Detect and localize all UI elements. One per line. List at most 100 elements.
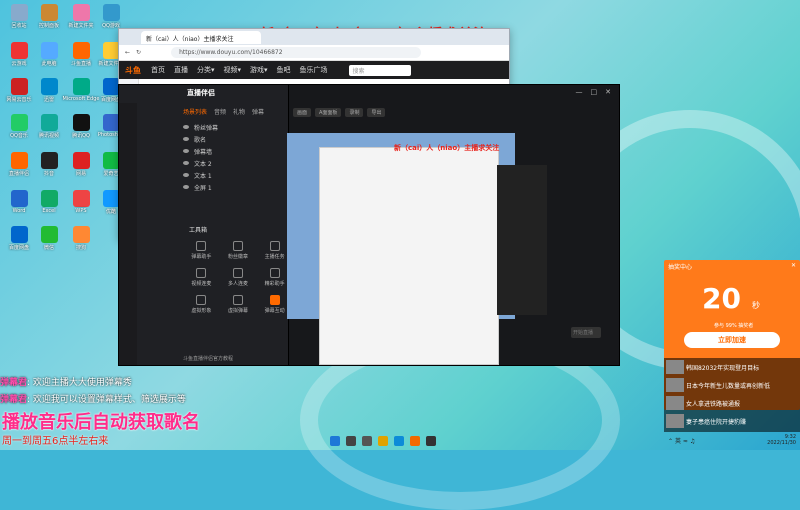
desktop-icon[interactable]: Microsoft Edge [63,78,99,102]
file-explorer-icon[interactable] [378,436,388,446]
tool-label: 粉丝徽章 [227,254,248,260]
volume-icon[interactable]: ♫ [690,438,695,445]
layer-item[interactable]: 粉丝弹幕 [183,121,293,133]
start-icon[interactable] [330,436,340,446]
back-icon[interactable]: ← [125,49,130,56]
layer-item[interactable]: 歌名 [183,133,293,145]
wifi-icon[interactable]: ≈ [683,438,688,445]
desktop-icon[interactable]: 抖音 [34,152,64,177]
nav-item[interactable]: 视频▾ [224,65,242,75]
maximize-icon[interactable]: □ [591,88,598,96]
layer-item[interactable]: 文本 2 [183,157,293,169]
nav-item[interactable]: 鱼乐广场 [300,65,328,75]
tab-danmu[interactable]: 弹幕 [252,107,264,116]
toolbar-item[interactable]: 画面 [293,107,312,117]
clock[interactable]: 9:32 2022/11/30 [767,434,796,446]
desktop-icon[interactable]: 迅雷 [34,78,64,103]
desktop-icon[interactable]: 腾讯视频 [34,114,64,139]
tray-icons: ⌃ 英 ≈ ♫ [668,436,695,445]
news-item[interactable]: 韩国82032年实现登月目标 [664,358,800,376]
layer-item[interactable]: 弹幕墙 [183,145,293,157]
minimize-icon[interactable]: — [576,88,583,96]
nav-item[interactable]: 游戏▾ [250,65,268,75]
tool-avatar[interactable]: 虚拟形象 [183,295,220,314]
desktop-icon[interactable]: 腾讯QQ [66,114,96,139]
helper-footer-link[interactable]: 斗鱼直播伴侣官方教程 [183,355,233,362]
douyu-logo[interactable]: 斗鱼 [125,65,141,76]
toolbar-item[interactable]: 录制 [345,107,364,117]
search-input[interactable]: 搜索 [348,64,411,76]
news-item[interactable]: 日本今年新生儿数量或再创新低 [664,376,800,394]
refresh-icon[interactable]: ↻ [136,49,141,56]
eye-icon[interactable] [183,161,189,165]
desktop-icon[interactable]: QQ游戏 [96,4,126,29]
nav-item[interactable]: 首页 [151,65,165,75]
nav-item[interactable]: 直播 [174,65,188,75]
desktop-icon[interactable]: 微信 [34,226,64,251]
tool-danmu-helper[interactable]: 弹幕助手 [183,241,220,260]
nav-item[interactable]: 分类▾ [197,65,215,75]
desktop-icon[interactable]: 直播伴侣 [4,152,34,177]
tool-multi-link[interactable]: 多人连麦 [220,268,257,287]
tab-audio[interactable]: 音频 [214,107,226,116]
tool-fan-badge[interactable]: 粉丝徽章 [220,241,257,260]
nav-item[interactable]: 鱼吧 [277,65,291,75]
desktop-icon[interactable]: 网易云音乐 [4,78,34,103]
desktop-icon[interactable]: 新建文件夹 [66,4,96,29]
edge-icon[interactable] [394,436,404,446]
news-item[interactable]: 妻子患癌住院开捷豹赚 [664,412,800,430]
tool-video-link[interactable]: 视频连麦 [183,268,220,287]
eye-icon[interactable] [183,125,189,129]
desktop-icon[interactable]: QQ音乐 [4,114,34,139]
desktop-icon[interactable]: WPS [66,190,96,214]
news-item[interactable]: 女人拿进铁路被通报 [664,394,800,412]
douyu-icon[interactable] [410,436,420,446]
tab-gifts[interactable]: 礼物 [233,107,245,116]
tool-icon [269,241,280,251]
desktop-icon[interactable]: 网易 [66,152,96,177]
address-input[interactable]: https://www.douyu.com/10466872 [171,47,422,58]
live-helper-window[interactable]: 直播伴侣 场景列表 音频 礼物 弹幕 粉丝弹幕 歌名 弹幕墙 文本 2 文本 1… [118,84,296,366]
live-helper-icon[interactable] [426,436,436,446]
stream-preview-window[interactable]: — □ ✕ 画面 A面面板 录制 导出 新（cai）人（niao）主播求关注 开… [287,84,620,366]
eye-icon[interactable] [183,173,189,177]
desktop-icon-label: WPS [75,208,87,214]
toolbar-item[interactable]: A面面板 [315,107,342,117]
task-view-icon[interactable] [362,436,372,446]
tab-scenes[interactable]: 场景列表 [183,107,207,116]
desktop-icon[interactable]: Word [4,190,34,214]
eye-icon[interactable] [183,185,189,189]
desktop-icon[interactable]: Excel [34,190,64,214]
desktop-icon[interactable]: 斗鱼直播 [66,42,96,67]
app-icon [72,226,90,243]
layer-item[interactable]: 全屏 1 [183,181,293,193]
desktop-icon-label: 腾讯视频 [38,133,59,139]
desktop-icon[interactable]: 控制面板 [34,4,64,29]
chevron-up-icon[interactable]: ⌃ [668,438,673,445]
nested-banner: 新（cai）人（niao）主播求关注 [394,144,500,152]
danmu-text: 欢迎我可以设置弹幕样式、筛选展示等 [32,395,186,405]
speed-up-button[interactable]: 立即加速 [684,332,780,348]
tool-virtual-danmu[interactable]: 虚拟弹幕 [220,295,257,314]
desktop-icon-label: 微信 [43,245,54,251]
helper-logo: 直播伴侣 [187,89,215,97]
layer-item[interactable]: 文本 1 [183,169,293,181]
desktop-icon[interactable]: 百度网盘 [4,226,34,251]
desktop-icon-label: 迅雷 [43,97,54,103]
eye-icon[interactable] [183,137,189,141]
desktop-icon[interactable]: 回收站 [4,4,34,29]
desktop-icon[interactable]: 搜狗 [66,226,96,251]
ime-indicator[interactable]: 英 [675,438,681,445]
close-icon[interactable]: ✕ [791,262,796,270]
app-icon [10,4,28,21]
desktop-icon[interactable]: 此电脑 [34,42,64,67]
eye-icon[interactable] [183,149,189,153]
browser-tab[interactable]: 新（cai）人（niao）主播求关注 [141,30,261,44]
search-icon[interactable] [346,436,356,446]
toolbar-item[interactable]: 导出 [367,107,386,117]
desktop-icon[interactable]: 云游戏 [4,42,34,67]
close-icon[interactable]: ✕ [605,88,611,96]
desktop-icon-label: 爱奇艺 [103,171,119,177]
start-live-button[interactable]: 开始直播 [571,327,601,338]
desktop-icon-label: 百度网盘 [8,245,29,251]
